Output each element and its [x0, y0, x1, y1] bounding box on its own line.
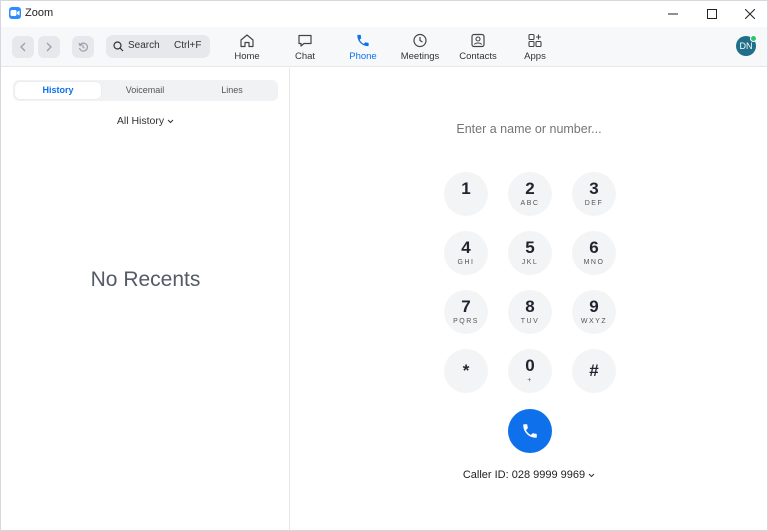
tab-label-phone: Phone	[349, 51, 377, 62]
tab-phone[interactable]: Phone	[339, 33, 387, 63]
key-letters: PQRS	[453, 318, 479, 325]
zoom-logo-icon	[9, 7, 21, 19]
history-filter-label: All History	[116, 115, 165, 127]
minimize-icon	[668, 13, 678, 15]
top-navigation: Search Ctrl+F Home Chat Phone Meetings C…	[1, 27, 767, 67]
key-letters: MNO	[583, 259, 605, 266]
key-digit: 0	[525, 356, 535, 375]
tab-label-meetings: Meetings	[400, 51, 440, 62]
key-digit: 5	[525, 238, 535, 257]
segmented-control: History Voicemail Lines	[13, 80, 278, 101]
close-button[interactable]	[731, 1, 768, 27]
dialpad-key-9[interactable]: 9 WXYZ	[572, 290, 616, 334]
key-digit: 4	[461, 238, 471, 257]
phone-icon	[523, 424, 537, 438]
key-letters: +	[527, 377, 533, 384]
tab-label-home: Home	[234, 51, 260, 62]
tab-history[interactable]: History	[15, 82, 101, 99]
dial-number-input[interactable]	[419, 122, 639, 136]
history-icon	[78, 42, 88, 52]
tab-voicemail[interactable]: Voicemail	[102, 82, 188, 99]
dialpad-key-6[interactable]: 6 MNO	[572, 231, 616, 275]
tab-lines[interactable]: Lines	[189, 82, 275, 99]
empty-state-message: No Recents	[90, 268, 201, 291]
caller-id-label: Caller ID: 028 9999 9969	[462, 469, 586, 481]
key-digit: 8	[525, 297, 535, 316]
dialpad-key-3[interactable]: 3 DEF	[572, 172, 616, 216]
forward-button[interactable]	[38, 36, 60, 58]
key-letters: TUV	[520, 318, 540, 325]
key-letters: GHI	[457, 259, 475, 266]
apps-icon	[528, 33, 542, 48]
history-button[interactable]	[72, 36, 94, 58]
search-input[interactable]: Search Ctrl+F	[106, 35, 210, 58]
dialpad-key-4[interactable]: 4 GHI	[444, 231, 488, 275]
history-filter-dropdown[interactable]: All History	[1, 115, 290, 127]
dialpad-key-8[interactable]: 8 TUV	[508, 290, 552, 334]
search-icon	[113, 41, 124, 52]
chevron-down-icon	[167, 119, 174, 123]
tab-meetings[interactable]: Meetings	[396, 33, 444, 63]
dialpad-key-0[interactable]: 0 +	[508, 349, 552, 393]
dialpad-key-5[interactable]: 5 JKL	[508, 231, 552, 275]
key-digit: #	[589, 361, 599, 380]
tab-label-contacts: Contacts	[459, 51, 497, 62]
key-letters: JKL	[521, 259, 539, 266]
maximize-icon	[707, 9, 717, 19]
key-letters: DEF	[584, 200, 604, 207]
minimize-button[interactable]	[654, 1, 692, 27]
history-panel: History Voicemail Lines All History No R…	[1, 68, 290, 530]
dialer-panel: 1 2 ABC 3 DEF 4 GHI 5 JKL 6 MNO 7 PQRS 8	[291, 68, 767, 530]
tab-contacts[interactable]: Contacts	[454, 33, 502, 63]
tab-label-chat: Chat	[294, 51, 316, 62]
clock-icon	[413, 33, 427, 48]
dialpad-key-1[interactable]: 1	[444, 172, 488, 216]
chevron-left-icon	[20, 42, 26, 52]
tab-chat[interactable]: Chat	[281, 33, 329, 63]
tab-home[interactable]: Home	[223, 33, 271, 63]
tab-apps[interactable]: Apps	[511, 33, 559, 63]
search-label: Search	[128, 40, 160, 51]
key-digit: 1	[461, 179, 471, 198]
dialpad-key-hash[interactable]: #	[572, 349, 616, 393]
dialpad-key-7[interactable]: 7 PQRS	[444, 290, 488, 334]
call-button[interactable]	[508, 409, 552, 453]
chat-icon	[298, 34, 312, 47]
phone-icon	[357, 34, 369, 47]
key-digit: 9	[589, 297, 599, 316]
key-digit: 7	[461, 297, 471, 316]
chevron-down-icon	[588, 473, 595, 477]
close-icon	[745, 9, 755, 19]
dialpad-key-2[interactable]: 2 ABC	[508, 172, 552, 216]
home-icon	[240, 34, 254, 48]
key-digit: 2	[525, 179, 535, 198]
tab-label-apps: Apps	[524, 51, 546, 62]
key-digit: *	[462, 361, 470, 380]
back-button[interactable]	[12, 36, 34, 58]
caller-id-dropdown[interactable]: Caller ID: 028 9999 9969	[419, 469, 639, 481]
chevron-right-icon	[46, 42, 52, 52]
maximize-button[interactable]	[693, 1, 731, 27]
window-title: Zoom	[25, 7, 54, 19]
key-digit: 6	[589, 238, 599, 257]
contacts-icon	[471, 33, 485, 48]
key-digit: 3	[589, 179, 599, 198]
dialpad-key-star[interactable]: *	[444, 349, 488, 393]
key-letters: WXYZ	[580, 318, 608, 325]
presence-status-badge	[750, 35, 757, 42]
key-letters: ABC	[520, 200, 540, 207]
title-bar: Zoom	[1, 1, 767, 27]
zoom-window: Zoom Search Ctrl+F Home Chat Phone Meeti…	[0, 0, 768, 531]
search-shortcut: Ctrl+F	[174, 40, 202, 51]
